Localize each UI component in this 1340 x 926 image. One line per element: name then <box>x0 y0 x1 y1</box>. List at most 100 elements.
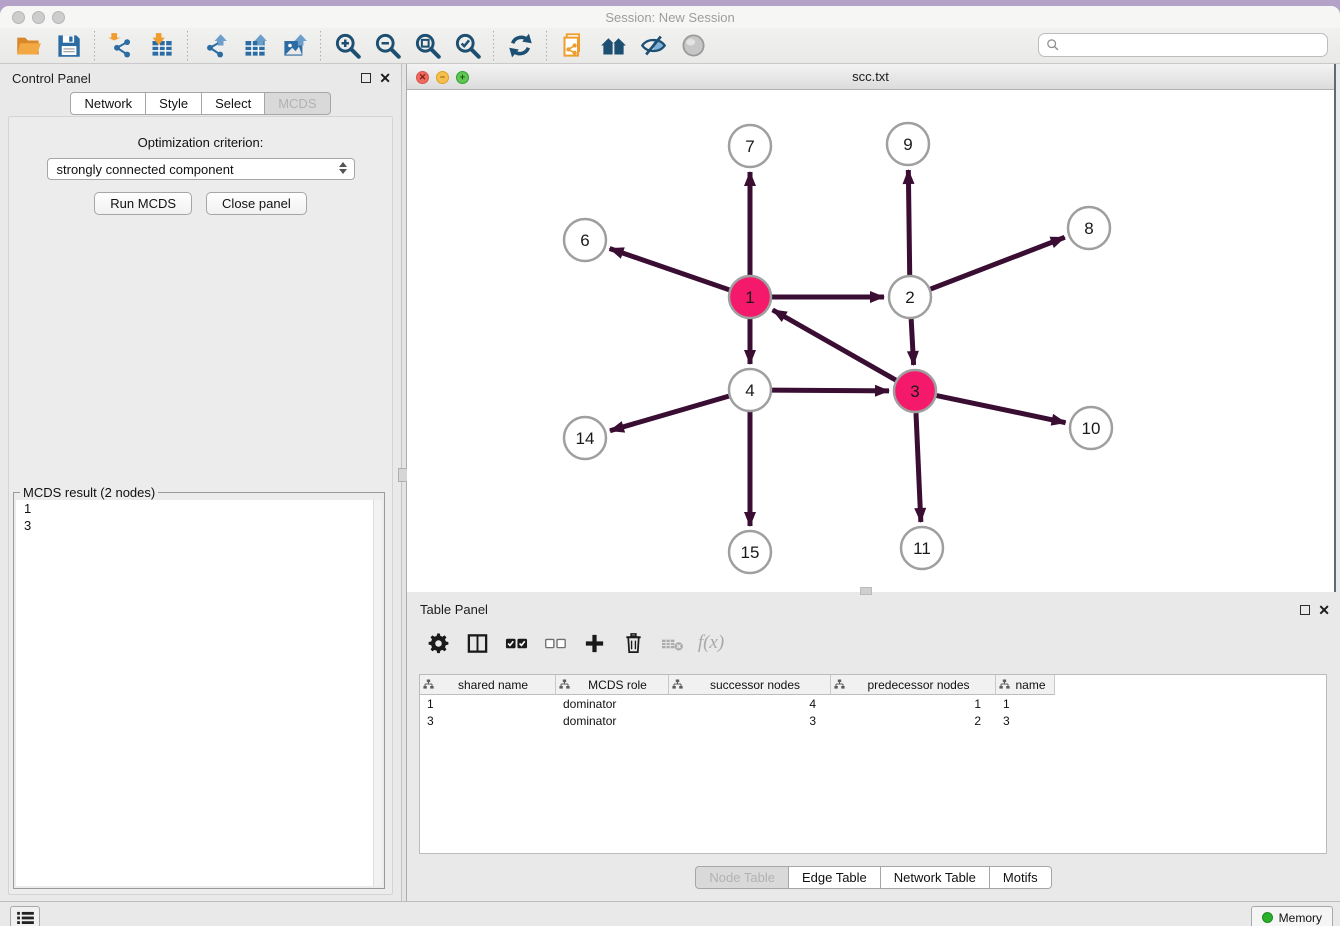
cell-MCDS-role[interactable]: dominator <box>556 714 669 728</box>
tab-select[interactable]: Select <box>202 92 265 115</box>
close-window-button[interactable] <box>12 11 25 24</box>
network-canvas[interactable]: 1 2 3 4 6 7 8 9 10 11 14 15 <box>407 90 1332 592</box>
graph-node-10[interactable]: 10 <box>1070 407 1112 449</box>
toolbar-separator <box>493 31 494 61</box>
run-mcds-button[interactable]: Run MCDS <box>94 192 192 215</box>
cell-name[interactable]: 3 <box>996 714 1055 728</box>
table-row[interactable]: 3dominator323 <box>420 712 1326 729</box>
edge-2-9[interactable] <box>908 170 909 275</box>
tab-style[interactable]: Style <box>146 92 202 115</box>
mcds-panel: Optimization criterion: strongly connect… <box>8 116 393 895</box>
table-panel-title: Table Panel <box>420 602 488 617</box>
import-network-button[interactable] <box>101 30 141 62</box>
memory-button[interactable]: Memory <box>1251 906 1333 926</box>
tab-network[interactable]: Network <box>70 92 146 115</box>
add-column-button[interactable] <box>577 628 611 658</box>
graph-node-4[interactable]: 4 <box>729 369 771 411</box>
edge-2-3[interactable] <box>911 319 913 365</box>
minimize-window-button[interactable] <box>32 11 45 24</box>
export-table-button[interactable] <box>234 30 274 62</box>
zoom-window-button[interactable] <box>52 11 65 24</box>
home-view-button[interactable] <box>593 30 633 62</box>
function-builder-icon: f(x) <box>698 632 724 654</box>
maximize-view-button[interactable]: + <box>456 71 469 84</box>
settings-gear-button[interactable] <box>421 628 455 658</box>
cell-shared-name[interactable]: 1 <box>420 697 556 711</box>
edge-3-10[interactable] <box>937 396 1066 423</box>
table-tab-network-table[interactable]: Network Table <box>881 866 990 889</box>
zoom-out-button[interactable] <box>367 30 407 62</box>
refresh-network-icon <box>507 32 534 59</box>
close-view-button[interactable]: ✕ <box>416 71 429 84</box>
select-all-checks-button[interactable] <box>499 628 533 658</box>
clear-checks-button[interactable] <box>538 628 572 658</box>
edge-4-3[interactable] <box>772 390 889 391</box>
close-panel-button[interactable]: Close panel <box>206 192 307 215</box>
open-file-button[interactable] <box>8 30 48 62</box>
view-resize-grip[interactable] <box>860 587 872 595</box>
zoom-selected-button[interactable] <box>447 30 487 62</box>
close-panel-icon[interactable]: ✕ <box>379 71 391 85</box>
share-document-button[interactable] <box>553 30 593 62</box>
delete-table-button <box>655 628 689 658</box>
import-table-button[interactable] <box>141 30 181 62</box>
memory-status-icon <box>1262 912 1273 923</box>
graph-node-15[interactable]: 15 <box>729 531 771 573</box>
edge-4-14[interactable] <box>610 396 729 431</box>
split-columns-button[interactable] <box>460 628 494 658</box>
table-row[interactable]: 1dominator411 <box>420 695 1326 712</box>
cell-predecessor-nodes[interactable]: 1 <box>831 697 996 711</box>
refresh-network-button[interactable] <box>500 30 540 62</box>
edge-3-1[interactable] <box>773 310 896 380</box>
column-header-MCDS-role[interactable]: MCDS role <box>556 675 669 695</box>
table-tab-node-table[interactable]: Node Table <box>695 866 789 889</box>
float-table-panel-icon[interactable] <box>1300 605 1310 615</box>
graph-node-3[interactable]: 3 <box>894 370 936 412</box>
tab-mcds[interactable]: MCDS <box>265 92 330 115</box>
graph-node-8[interactable]: 8 <box>1068 207 1110 249</box>
cell-successor-nodes[interactable]: 4 <box>669 697 831 711</box>
table-tab-motifs[interactable]: Motifs <box>990 866 1052 889</box>
graph-node-9[interactable]: 9 <box>887 123 929 165</box>
zoom-fit-button[interactable] <box>407 30 447 62</box>
column-header-predecessor-nodes[interactable]: predecessor nodes <box>831 675 996 695</box>
table-toolbar: f(x) <box>407 622 1340 664</box>
result-scrollbar[interactable] <box>373 500 382 886</box>
float-panel-icon[interactable] <box>361 73 371 83</box>
close-table-panel-icon[interactable]: ✕ <box>1318 603 1330 617</box>
cell-shared-name[interactable]: 3 <box>420 714 556 728</box>
export-image-button[interactable] <box>274 30 314 62</box>
graph-node-1[interactable]: 1 <box>729 276 771 318</box>
table-tab-edge-table[interactable]: Edge Table <box>789 866 881 889</box>
task-history-button[interactable] <box>10 906 40 926</box>
graph-node-11[interactable]: 11 <box>901 527 943 569</box>
column-header-shared-name[interactable]: shared name <box>420 675 556 695</box>
cell-successor-nodes[interactable]: 3 <box>669 714 831 728</box>
graph-node-14[interactable]: 14 <box>564 417 606 459</box>
window-title: Session: New Session <box>0 10 1340 25</box>
cell-name[interactable]: 1 <box>996 697 1055 711</box>
column-header-name[interactable]: name <box>996 675 1055 695</box>
edge-3-11[interactable] <box>916 413 921 522</box>
cell-predecessor-nodes[interactable]: 2 <box>831 714 996 728</box>
graph-node-2[interactable]: 2 <box>889 276 931 318</box>
graph-node-6[interactable]: 6 <box>564 219 606 261</box>
mcds-result-list[interactable]: 13 <box>16 500 382 886</box>
hide-graphics-details-button[interactable] <box>633 30 673 62</box>
graph-node-7[interactable]: 7 <box>729 125 771 167</box>
delete-column-button[interactable] <box>616 628 650 658</box>
search-input[interactable] <box>1038 33 1328 57</box>
column-header-successor-nodes[interactable]: successor nodes <box>669 675 831 695</box>
minimize-view-button[interactable]: − <box>436 71 449 84</box>
import-table-icon <box>148 32 175 59</box>
zoom-in-button[interactable] <box>327 30 367 62</box>
criterion-dropdown[interactable]: strongly connected component <box>47 158 355 180</box>
save-session-button[interactable] <box>48 30 88 62</box>
network-graph[interactable]: 1 2 3 4 6 7 8 9 10 11 14 15 <box>407 90 1334 591</box>
mcds-result-title: MCDS result (2 nodes) <box>20 485 158 500</box>
toolbar-separator <box>546 31 547 61</box>
edge-2-8[interactable] <box>931 237 1065 289</box>
export-network-button[interactable] <box>194 30 234 62</box>
cell-MCDS-role[interactable]: dominator <box>556 697 669 711</box>
edge-1-6[interactable] <box>610 248 730 289</box>
